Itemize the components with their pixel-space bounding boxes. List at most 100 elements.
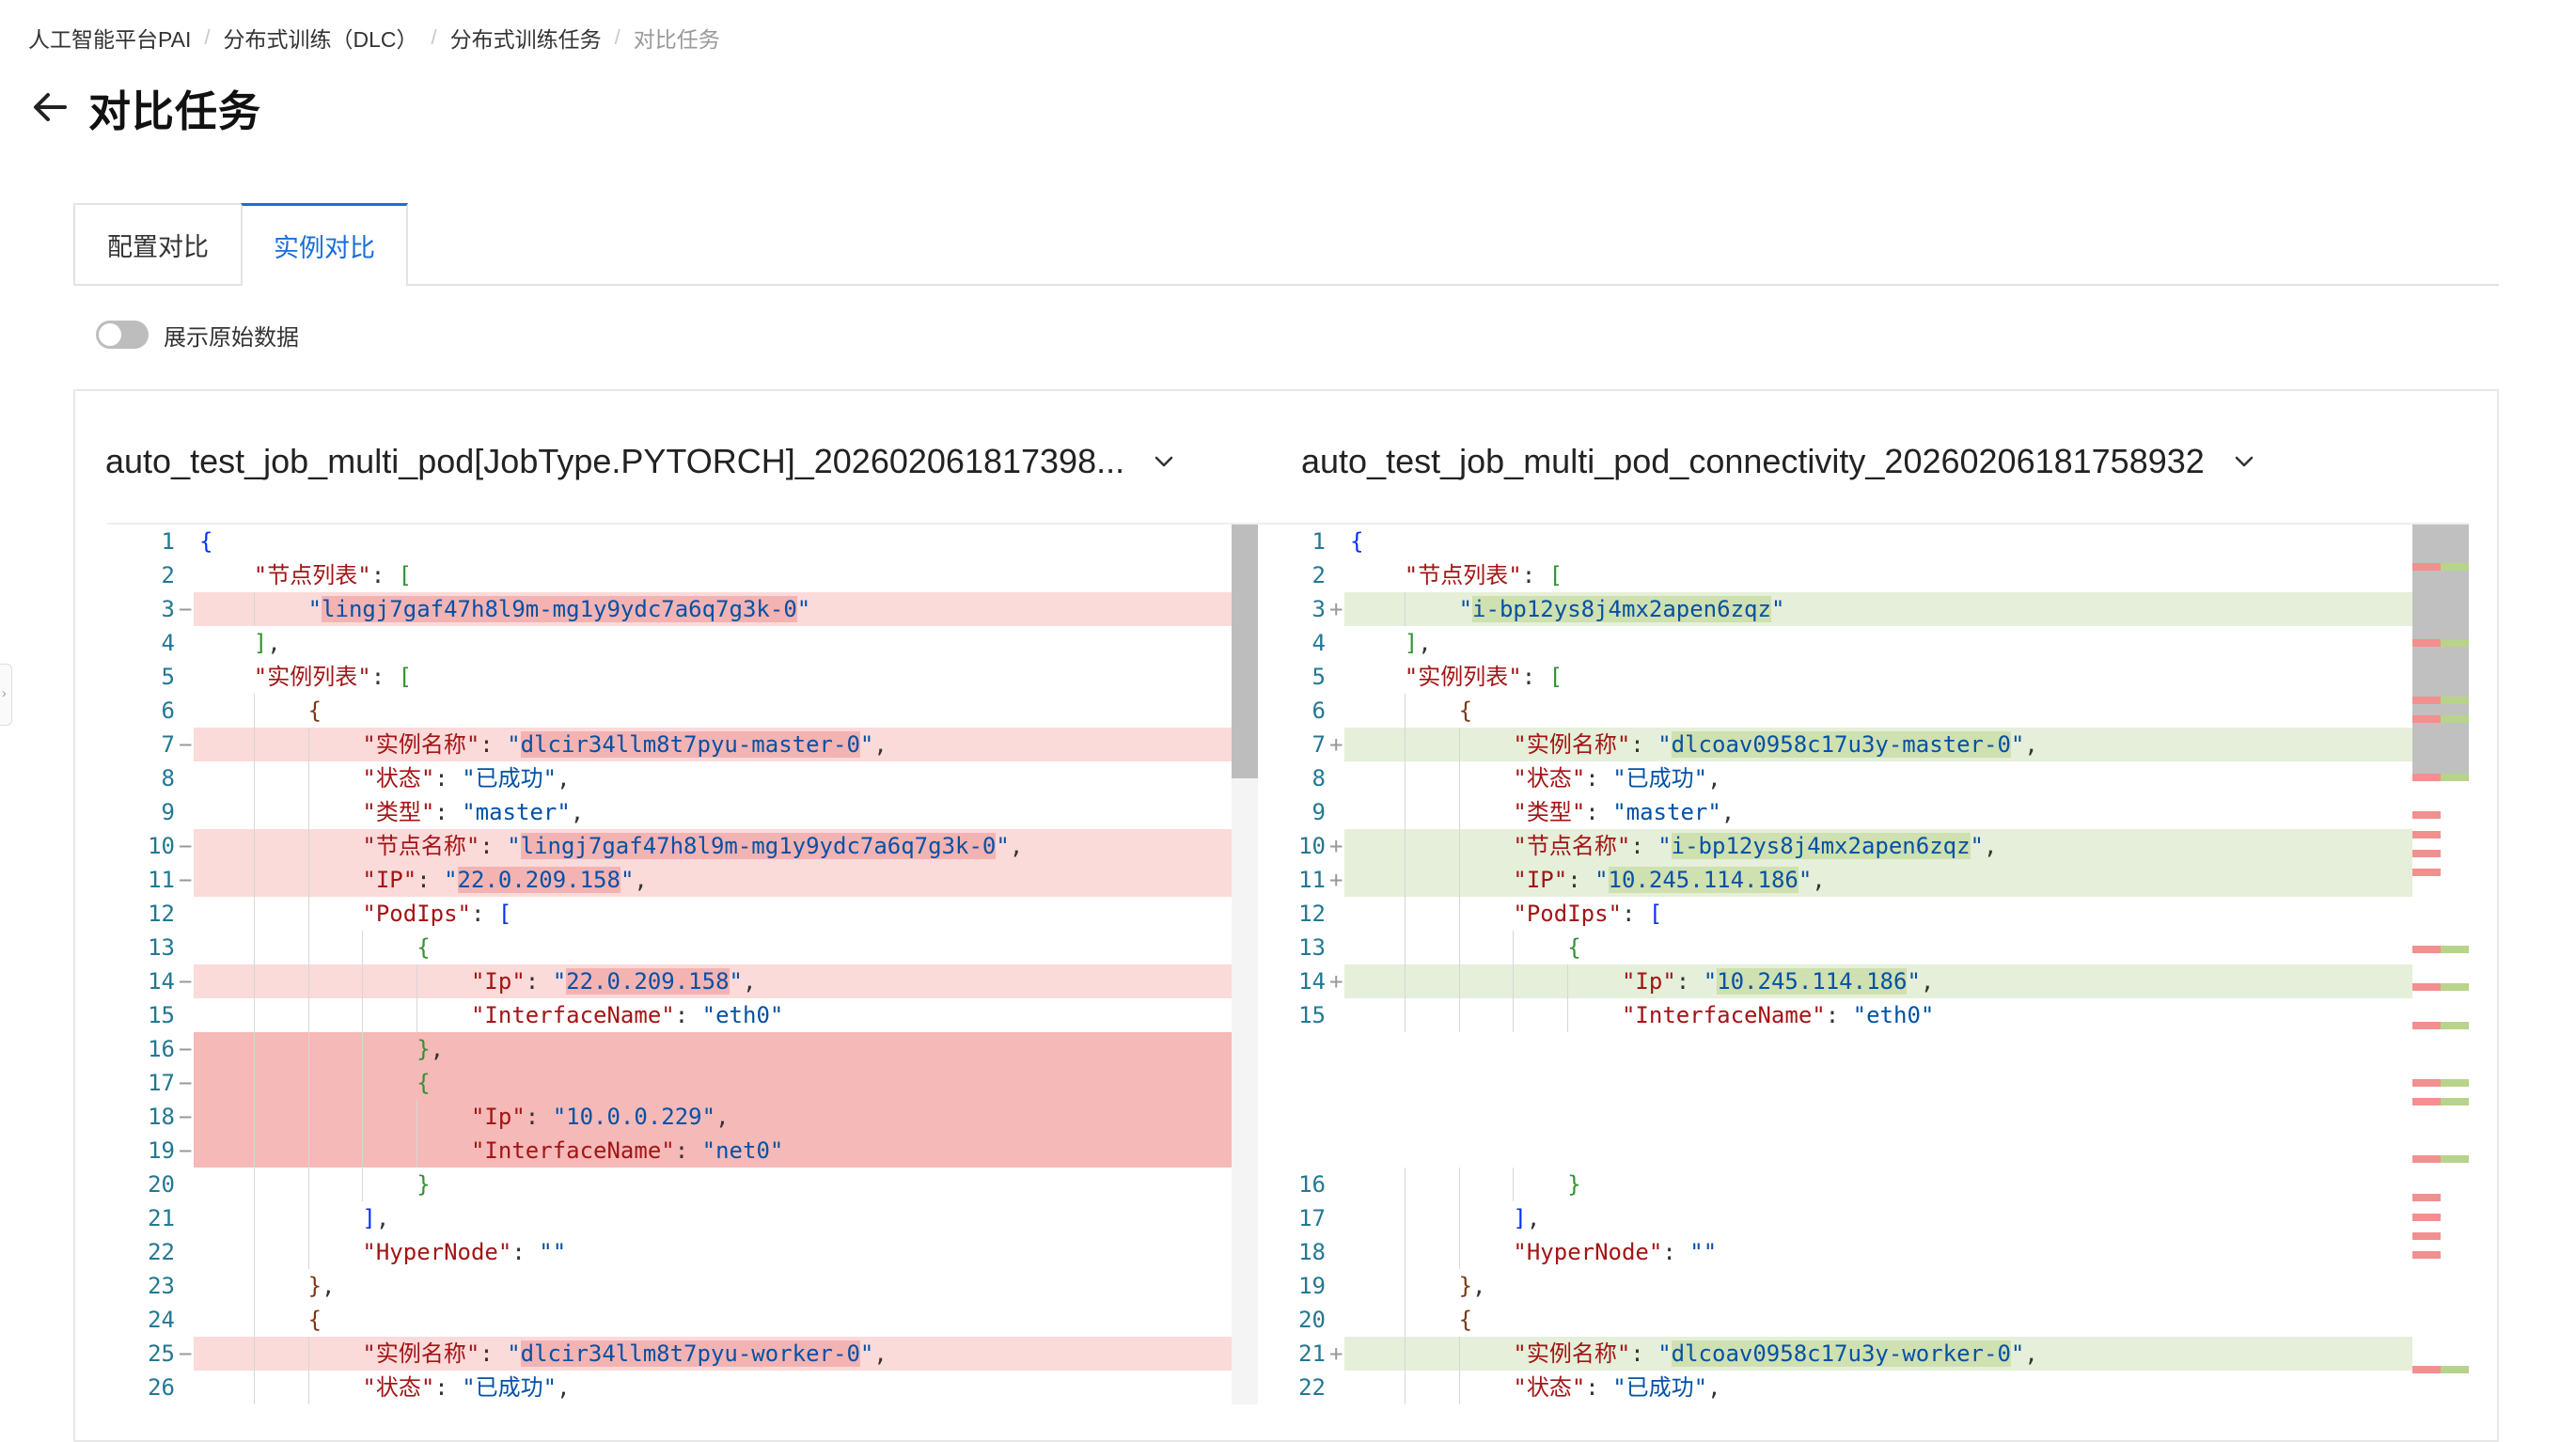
line-code: } bbox=[1567, 1171, 1581, 1198]
right-file-name: auto_test_job_multi_pod_connectivity_202… bbox=[1301, 442, 2205, 480]
line-number: 12 bbox=[148, 901, 175, 927]
line-code: "实例列表": [ bbox=[253, 664, 413, 690]
vertical-scrollbar[interactable] bbox=[1232, 525, 1258, 1404]
diff-editor-original[interactable]: 1{2 "节点列表": [3− "lingj7gaf47h8l9m-mg1y9y… bbox=[107, 523, 1258, 1404]
indent-guide bbox=[416, 964, 418, 998]
left-file-select[interactable]: auto_test_job_multi_pod[JobType.PYTORCH]… bbox=[105, 431, 1181, 493]
line-number: 13 bbox=[1298, 934, 1326, 961]
left-file-name: auto_test_job_multi_pod[JobType.PYTORCH]… bbox=[105, 442, 1125, 480]
line-code: "Ip": "10.0.0.229", bbox=[194, 1100, 1232, 1134]
line-number: 14 bbox=[1298, 968, 1326, 995]
overview-delete-mark bbox=[2412, 1194, 2441, 1201]
indent-guide bbox=[253, 863, 255, 897]
overview-delete-mark bbox=[2412, 1214, 2441, 1221]
indent-guide bbox=[1458, 1201, 1460, 1235]
code-line: 4 ], bbox=[1258, 626, 2469, 660]
indent-guide bbox=[1404, 1201, 1406, 1235]
line-number: 25 bbox=[148, 1340, 175, 1367]
code-line: 16 } bbox=[1258, 1168, 2469, 1201]
scrollbar-thumb[interactable] bbox=[1232, 525, 1258, 778]
line-code: "实例名称": "dlcir34llm8t7pyu-master-0", bbox=[194, 728, 1232, 761]
code-line: 22 "HyperNode": "" bbox=[107, 1235, 1258, 1269]
line-number: 15 bbox=[148, 1002, 175, 1028]
overview-delete-mark bbox=[2412, 1251, 2441, 1259]
indent-guide bbox=[1458, 897, 1460, 931]
indent-guide bbox=[307, 1168, 309, 1201]
diff-overview-ruler[interactable] bbox=[2412, 525, 2469, 1404]
line-code: "Ip": "22.0.209.158", bbox=[194, 964, 1232, 998]
indent-guide bbox=[1458, 1337, 1460, 1371]
breadcrumb-training-jobs[interactable]: 分布式训练任务 bbox=[450, 22, 602, 54]
line-code: { bbox=[194, 1066, 1232, 1100]
tab-instance-compare[interactable]: 实例对比 bbox=[241, 203, 408, 286]
indent-guide bbox=[253, 592, 255, 626]
code-line: 20 } bbox=[107, 1168, 1258, 1201]
diff-editor-modified[interactable]: 1{2 "节点列表": [3 + "i-bp12ys8j4mx2apen6zqz"… bbox=[1258, 523, 2469, 1404]
indent-guide bbox=[1567, 964, 1569, 998]
indent-guide bbox=[1404, 795, 1406, 829]
line-number: 18 bbox=[148, 1104, 175, 1130]
code-line: 18 "HyperNode": "" bbox=[1258, 1235, 2469, 1269]
line-code: "InterfaceName": "eth0" bbox=[470, 1002, 784, 1028]
indent-guide bbox=[1458, 863, 1460, 897]
line-number: 24 bbox=[148, 1307, 175, 1333]
code-line: 11 + "IP": "10.245.114.186", bbox=[1258, 863, 2469, 897]
indent-guide bbox=[253, 1032, 255, 1066]
line-code: "实例名称": "dlcoav0958c17u3y-master-0", bbox=[1344, 728, 2412, 761]
indent-guide bbox=[307, 1100, 309, 1134]
indent-guide bbox=[1458, 1235, 1460, 1269]
sidebar-expand-handle[interactable]: › bbox=[0, 664, 12, 726]
line-number: 8 bbox=[1312, 765, 1326, 792]
line-number: 12 bbox=[1298, 901, 1326, 927]
overview-delete-mark bbox=[2412, 1098, 2441, 1105]
line-code: "实例名称": "dlcoav0958c17u3y-worker-0", bbox=[1344, 1337, 2412, 1371]
indent-guide bbox=[1513, 964, 1515, 998]
indent-guide bbox=[416, 998, 418, 1032]
line-code: "IP": "22.0.209.158", bbox=[194, 863, 1232, 897]
line-code: "HyperNode": "" bbox=[362, 1239, 567, 1265]
line-number: 16 bbox=[148, 1036, 175, 1062]
code-line: 14− "Ip": "22.0.209.158", bbox=[107, 964, 1258, 998]
indent-guide bbox=[362, 1168, 364, 1201]
code-line: 9 "类型": "master", bbox=[1258, 795, 2469, 829]
line-number: 3 bbox=[161, 596, 175, 622]
overview-insert-mark bbox=[2441, 697, 2469, 704]
indent-guide bbox=[1404, 897, 1406, 931]
right-file-select[interactable]: auto_test_job_multi_pod_connectivity_202… bbox=[1301, 431, 2261, 493]
line-number: 4 bbox=[161, 630, 175, 656]
line-code: "PodIps": [ bbox=[1513, 901, 1663, 927]
line-number: 2 bbox=[161, 562, 175, 588]
code-line: 2 "节点列表": [ bbox=[1258, 558, 2469, 592]
code-line: 9 "类型": "master", bbox=[107, 795, 1258, 829]
line-code: "节点名称": "lingj7gaf47h8l9m-mg1y9ydc7a6q7g… bbox=[194, 829, 1232, 863]
line-number: 1 bbox=[161, 528, 175, 555]
overview-delete-mark bbox=[2412, 1079, 2441, 1087]
code-line: 16− }, bbox=[107, 1032, 1258, 1066]
back-button[interactable] bbox=[26, 84, 73, 131]
breadcrumb-dlc[interactable]: 分布式训练（DLC） bbox=[224, 22, 418, 54]
indent-guide bbox=[307, 1235, 309, 1269]
tab-config-compare[interactable]: 配置对比 bbox=[73, 203, 243, 284]
indent-guide bbox=[1458, 1168, 1460, 1201]
overview-insert-mark bbox=[2441, 1079, 2469, 1087]
indent-guide bbox=[253, 728, 255, 761]
line-code: "类型": "master", bbox=[1513, 799, 1736, 825]
indent-guide bbox=[307, 863, 309, 897]
raw-data-switch[interactable] bbox=[96, 321, 149, 349]
line-number: 14 bbox=[148, 968, 175, 995]
line-number: 4 bbox=[1312, 630, 1326, 656]
line-number: 21 bbox=[148, 1205, 175, 1231]
overview-insert-mark bbox=[2441, 1366, 2469, 1373]
code-line: 5 "实例列表": [ bbox=[107, 660, 1258, 694]
line-code: ], bbox=[1513, 1205, 1541, 1231]
overview-insert-mark bbox=[2441, 563, 2469, 571]
breadcrumb-pai[interactable]: 人工智能平台PAI bbox=[28, 22, 191, 54]
code-line: 3− "lingj7gaf47h8l9m-mg1y9ydc7a6q7g3k-0" bbox=[107, 592, 1258, 626]
line-code: "i-bp12ys8j4mx2apen6zqz" bbox=[1344, 592, 2412, 626]
indent-guide bbox=[307, 931, 309, 964]
line-code: }, bbox=[307, 1273, 336, 1299]
line-number: 11 bbox=[148, 867, 175, 893]
line-code: "IP": "10.245.114.186", bbox=[1344, 863, 2412, 897]
code-line: 11− "IP": "22.0.209.158", bbox=[107, 863, 1258, 897]
indent-guide bbox=[362, 1066, 364, 1100]
